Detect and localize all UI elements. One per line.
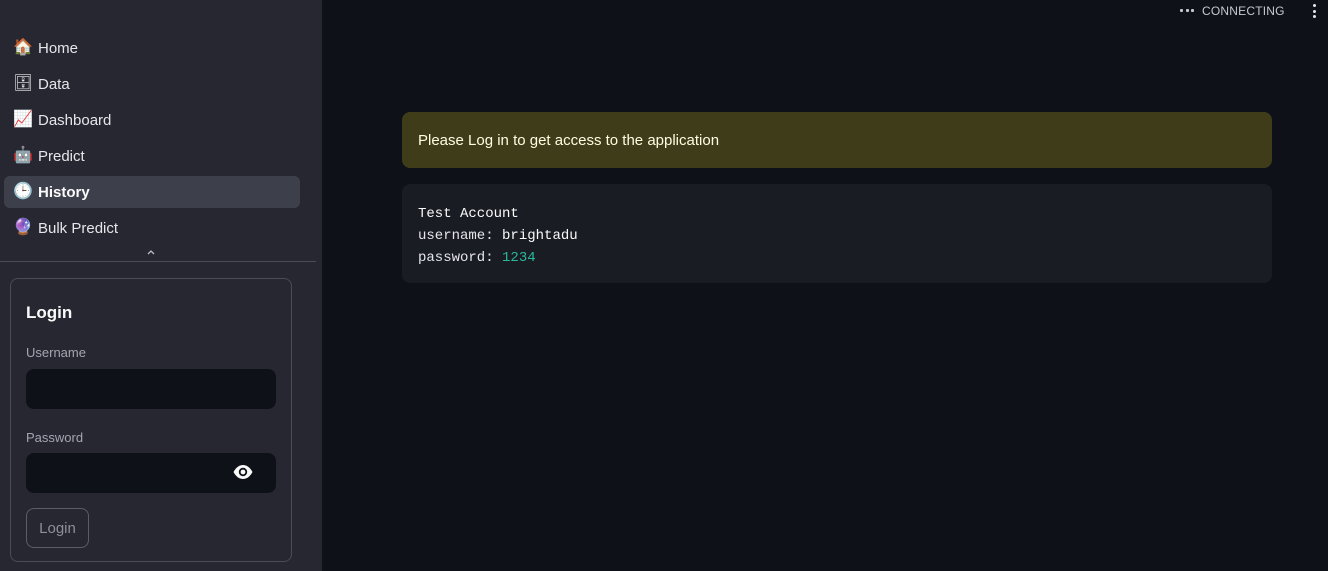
sidebar-item-bulk-predict[interactable]: 🔮 Bulk Predict [4, 212, 300, 244]
connection-status-label: CONNECTING [1202, 4, 1285, 18]
password-label: Password [26, 430, 84, 445]
sidebar-item-label: Home [38, 39, 79, 57]
sidebar-item-label: History [38, 183, 90, 201]
clock-icon: 🕒 [13, 183, 33, 200]
test-account-code-block: Test Account username: brightadu passwor… [402, 184, 1272, 283]
chart-increasing-icon: 📈 [13, 111, 33, 128]
status-dots-icon [1180, 9, 1194, 13]
login-form: Login Username Password Login [10, 278, 292, 562]
sidebar-item-dashboard[interactable]: 📈 Dashboard [4, 104, 300, 136]
login-button[interactable]: Login [26, 508, 89, 548]
sidebar-item-label: Bulk Predict [38, 219, 119, 237]
code-line: username: brightadu [418, 225, 1256, 247]
main-menu-icon[interactable] [1309, 2, 1319, 20]
house-icon: 🏠 [13, 39, 33, 56]
code-key: username: [418, 228, 494, 244]
robot-icon: 🤖 [13, 147, 33, 164]
sidebar-item-label: Dashboard [38, 111, 112, 129]
sidebar-item-home[interactable]: 🏠 Home [4, 32, 300, 64]
login-warning-alert: Please Log in to get access to the appli… [402, 112, 1272, 168]
crystal-ball-icon: 🔮 [13, 219, 33, 236]
database-icon: 🗄 [12, 75, 34, 92]
code-line: password: 1234 [418, 247, 1256, 269]
code-key: password: [418, 250, 494, 266]
sidebar-item-label: Data [38, 75, 70, 93]
code-value: brightadu [502, 228, 578, 244]
username-label: Username [26, 345, 86, 360]
connection-status: CONNECTING [1180, 3, 1285, 19]
eye-icon[interactable] [232, 463, 254, 481]
chevron-up-icon[interactable] [143, 246, 159, 258]
login-title: Login [26, 303, 73, 322]
code-line: Test Account [418, 206, 519, 222]
warning-text: Please Log in to get access to the appli… [418, 131, 720, 149]
sidebar-item-predict[interactable]: 🤖 Predict [4, 140, 300, 172]
sidebar-item-history[interactable]: 🕒 History [4, 176, 300, 208]
username-input[interactable] [26, 369, 276, 409]
sidebar-item-data[interactable]: 🗄 Data [4, 68, 300, 100]
code-value: 1234 [502, 250, 536, 266]
nav-divider [0, 261, 316, 262]
sidebar-item-label: Predict [38, 147, 85, 165]
sidebar: 🏠 Home 🗄 Data 📈 Dashboard 🤖 Predict 🕒 Hi… [0, 0, 322, 571]
